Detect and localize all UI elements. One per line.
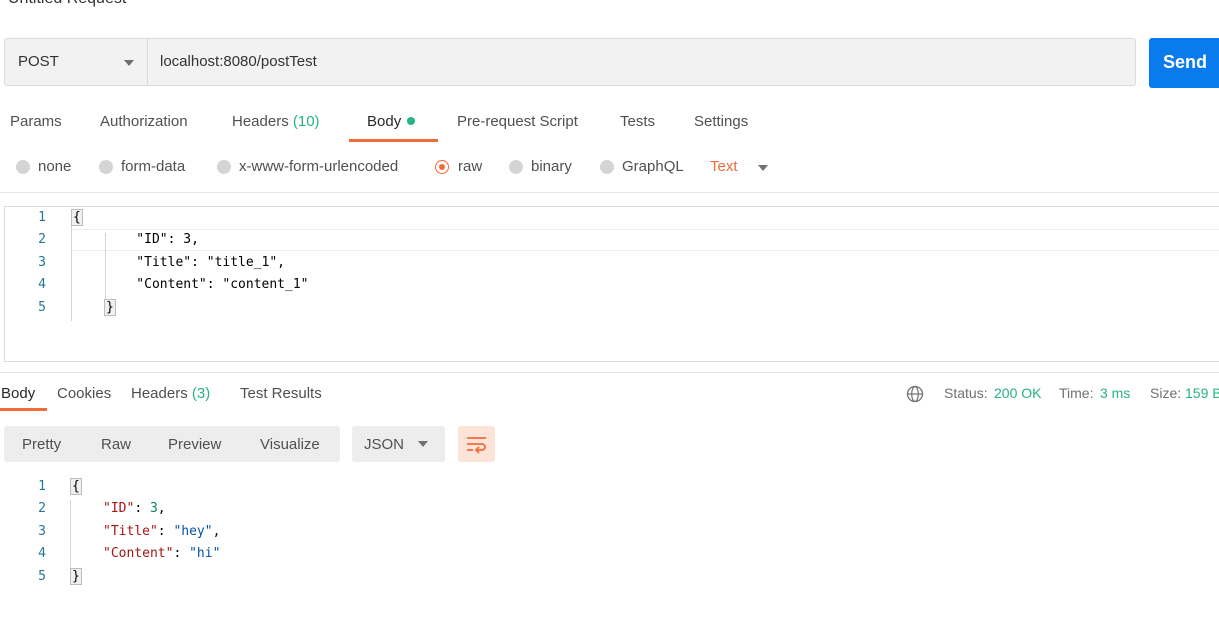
code-line: "Content": "content_1"	[105, 277, 309, 292]
view-raw-button[interactable]: Raw	[101, 436, 131, 453]
json-value: 3	[149, 501, 158, 516]
response-tab-test-results[interactable]: Test Results	[240, 385, 322, 402]
json-value: "hey"	[173, 524, 213, 539]
response-line-content: "Content": "hi"	[103, 546, 221, 561]
divider	[0, 372, 1219, 373]
response-open-brace: {	[70, 478, 82, 495]
format-label: JSON	[364, 436, 405, 453]
method-dropdown[interactable]: POST	[4, 38, 148, 86]
json-key: "ID"	[103, 501, 135, 516]
chevron-down-icon	[418, 441, 428, 447]
code-line: "Title": "title_1",	[105, 255, 286, 270]
request-title[interactable]: Untitled Request	[8, 0, 126, 8]
radio-form-data-label[interactable]: form-data	[121, 158, 185, 175]
tab-headers-label: Headers	[232, 113, 289, 130]
radio-urlencoded[interactable]	[217, 160, 231, 174]
tab-params[interactable]: Params	[10, 113, 62, 130]
view-mode-group: Pretty Raw Preview Visualize	[4, 426, 340, 462]
json-key: "Title"	[103, 524, 158, 539]
format-dropdown[interactable]: JSON	[352, 426, 445, 462]
radio-raw-label[interactable]: raw	[458, 158, 482, 175]
active-response-tab-indicator	[0, 408, 47, 411]
time-label: Time:	[1059, 385, 1094, 401]
size-value[interactable]: 159 B	[1185, 385, 1219, 401]
tab-authorization[interactable]: Authorization	[100, 113, 188, 130]
wrap-lines-icon	[467, 437, 486, 454]
url-input[interactable]: localhost:8080/postTest	[148, 38, 1136, 86]
response-line-id: "ID": 3,	[103, 501, 166, 516]
gutter-border	[71, 211, 72, 321]
line-number: 3	[38, 255, 46, 270]
response-close-brace: }	[70, 568, 82, 585]
send-button[interactable]: Send	[1149, 38, 1219, 88]
method-label: POST	[18, 53, 59, 70]
time-value[interactable]: 3 ms	[1100, 385, 1130, 401]
radio-binary-label[interactable]: binary	[531, 158, 572, 175]
line-number: 3	[38, 524, 46, 539]
wrap-line-button[interactable]	[458, 426, 495, 462]
radio-binary[interactable]	[509, 160, 523, 174]
line-number: 5	[38, 300, 46, 315]
radio-urlencoded-label[interactable]: x-www-form-urlencoded	[239, 158, 398, 175]
code-line: "ID": 3,	[105, 232, 199, 247]
line-number: 2	[38, 501, 46, 516]
tab-headers[interactable]: Headers (10)	[232, 113, 320, 130]
response-tab-headers[interactable]: Headers (3)	[131, 385, 210, 402]
divider	[0, 192, 1219, 193]
tab-prerequest-script[interactable]: Pre-request Script	[457, 113, 578, 130]
json-key: "Content"	[103, 546, 174, 561]
line-number: 1	[38, 479, 46, 494]
radio-none[interactable]	[16, 160, 30, 174]
code-line: {	[71, 209, 83, 226]
tab-tests[interactable]: Tests	[620, 113, 655, 130]
status-label: Status:	[944, 385, 988, 401]
line-number: 2	[38, 232, 46, 247]
line-number: 4	[38, 277, 46, 292]
tab-settings[interactable]: Settings	[694, 113, 748, 130]
globe-icon[interactable]	[906, 385, 924, 403]
response-line-title: "Title": "hey",	[103, 524, 221, 539]
response-tab-headers-count: (3)	[191, 385, 211, 402]
text-type-dropdown[interactable]: Text	[710, 158, 738, 175]
tab-headers-count: (10)	[292, 113, 320, 130]
radio-raw[interactable]	[435, 160, 449, 174]
radio-graphql-label[interactable]: GraphQL	[622, 158, 684, 175]
active-tab-indicator	[349, 139, 438, 142]
line-number: 5	[38, 569, 46, 584]
line-number: 4	[38, 546, 46, 561]
json-value: "hi"	[189, 546, 221, 561]
active-line-highlight	[71, 229, 1219, 251]
body-modified-dot-icon	[407, 117, 416, 125]
url-text: localhost:8080/postTest	[160, 53, 317, 70]
response-tab-body[interactable]: Body	[1, 385, 35, 402]
chevron-down-icon	[124, 60, 134, 66]
view-preview-button[interactable]: Preview	[168, 436, 221, 453]
radio-graphql[interactable]	[600, 160, 614, 174]
view-visualize-button[interactable]: Visualize	[260, 436, 320, 453]
response-tab-headers-label: Headers	[131, 385, 188, 402]
line-number: 1	[38, 210, 46, 225]
response-tab-cookies[interactable]: Cookies	[57, 385, 111, 402]
radio-none-label[interactable]: none	[38, 158, 71, 175]
status-value[interactable]: 200 OK	[994, 385, 1041, 401]
tab-body[interactable]: Body	[367, 113, 416, 130]
tab-body-label: Body	[367, 113, 402, 130]
size-label: Size:	[1150, 385, 1182, 401]
view-pretty-button[interactable]: Pretty	[22, 436, 61, 453]
chevron-down-icon[interactable]	[758, 165, 768, 171]
radio-form-data[interactable]	[99, 160, 113, 174]
code-line: }	[104, 299, 116, 316]
